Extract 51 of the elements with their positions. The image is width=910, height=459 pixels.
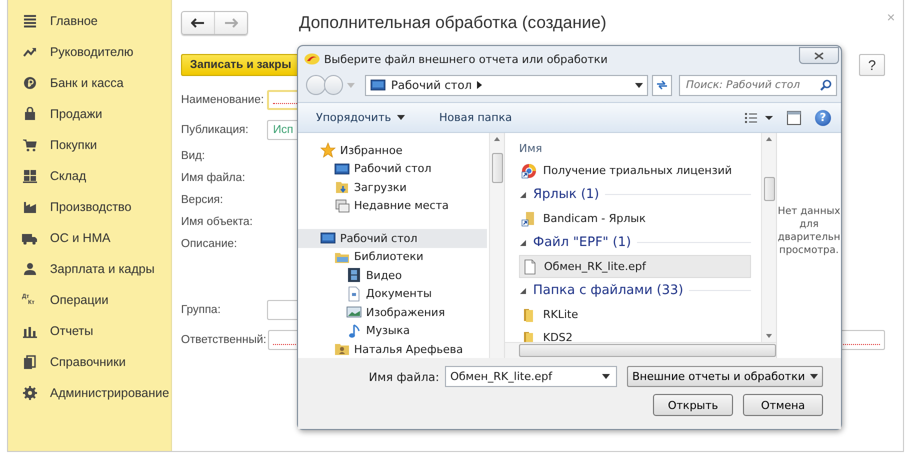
file-name-label: Имя файла: (368, 370, 440, 384)
field-label: Имя объекта: (181, 216, 254, 228)
organize-button[interactable]: Упорядочить (310, 111, 412, 124)
open-button[interactable]: Открыть (653, 394, 733, 416)
nav-item[interactable]: Наталья Арефьева (298, 340, 487, 358)
sidebar-item[interactable]: Руководителю (8, 36, 171, 67)
field-label: Публикация: (181, 124, 250, 136)
sidebar-item[interactable]: Покупки (8, 129, 171, 160)
sidebar-item[interactable]: Банк и касса (8, 67, 171, 98)
field-label: Версия: (181, 194, 224, 206)
new-folder-button[interactable]: Новая папка (433, 111, 518, 124)
nav-item[interactable]: Рабочий стол (298, 160, 487, 178)
group-heading: Ярлык (1) (533, 187, 600, 202)
nav-item[interactable]: Недавние места (298, 196, 487, 215)
field-label: Наименование: (181, 94, 265, 106)
nav-item[interactable]: Рабочий стол (298, 229, 487, 248)
column-header[interactable]: Имя (519, 133, 761, 159)
file-type-dropdown[interactable]: Внешние отчеты и обработки (627, 366, 823, 387)
search-field[interactable]: Поиск: Рабочий стол (679, 74, 837, 96)
form-title: Дополнительная обработка (создание) (299, 13, 606, 33)
nav-item[interactable]: Загрузки (298, 178, 487, 196)
group-heading: Файл "EPF" (1) (533, 235, 632, 250)
nav-item[interactable]: Видео (298, 266, 487, 284)
field-label: Описание: (181, 238, 238, 250)
sidebar-item[interactable]: ОС и НМА (8, 222, 171, 253)
cancel-button[interactable]: Отмена (743, 394, 823, 416)
sidebar-item[interactable]: Главное (8, 5, 171, 36)
field-label: Имя файла: (181, 172, 246, 184)
field-label: Вид: (181, 150, 206, 162)
sidebar-item[interactable]: Администрирование (8, 377, 171, 408)
sidebar-item[interactable]: Отчеты (8, 315, 171, 346)
nav-item[interactable]: Музыка (298, 322, 487, 340)
help-button[interactable]: ? (859, 54, 885, 76)
address-bar[interactable]: Рабочий стол (364, 74, 648, 96)
field-label: Группа: (181, 304, 222, 316)
file-item[interactable]: Bandicam - Ярлык (519, 207, 751, 230)
sidebar-item[interactable]: Продажи (8, 98, 171, 129)
sidebar-item[interactable]: Справочники (8, 346, 171, 377)
nav-item[interactable]: Документы (298, 284, 487, 303)
file-item[interactable]: RKLite (519, 303, 751, 326)
file-name-field[interactable]: Обмен_RK_lite.epf (445, 366, 618, 387)
file-item[interactable]: Получение триальных лицензий (519, 159, 751, 182)
nav-item[interactable]: Библиотеки (298, 248, 487, 266)
field-label: Ответственный: (181, 334, 268, 346)
sidebar-item[interactable]: Зарплата и кадры (8, 253, 171, 284)
sidebar-item[interactable]: Склад (8, 160, 171, 191)
file-item[interactable]: Обмен_RK_lite.epf (519, 255, 751, 278)
sidebar-item[interactable]: Производство (8, 191, 171, 222)
nav-item[interactable]: Изображения (298, 303, 487, 322)
group-heading: Папка с файлами (33) (533, 283, 684, 298)
nav-item[interactable]: Избранное (298, 141, 487, 160)
